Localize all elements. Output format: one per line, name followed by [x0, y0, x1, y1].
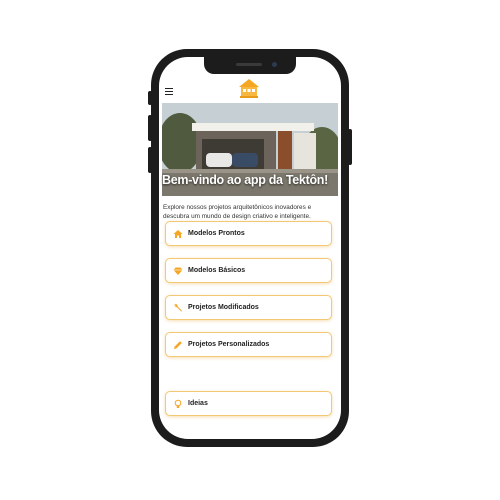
notch: [204, 57, 296, 74]
diamond-icon: [173, 266, 183, 276]
menu-item-label: Projetos Modificados: [188, 304, 259, 311]
intro-description: Explore nossos projetos arquitetônicos i…: [163, 204, 312, 220]
phone-frame: Bem-vindo ao app da Tektôn! Explore noss…: [148, 49, 352, 447]
menu-item-label: Modelos Básicos: [188, 267, 246, 274]
lightbulb-icon: [173, 399, 183, 409]
volume-down-button: [148, 147, 152, 173]
menu-item-label: Modelos Prontos: [188, 230, 245, 237]
menu-item-projetos-personalizados[interactable]: Projetos Personalizados: [165, 332, 332, 357]
menu-item-projetos-modificados[interactable]: Projetos Modificados: [165, 295, 332, 320]
menu-item-modelos-basicos[interactable]: Modelos Básicos: [165, 258, 332, 283]
speaker: [236, 63, 262, 66]
camera: [272, 62, 277, 67]
phone-screen: Bem-vindo ao app da Tektôn! Explore noss…: [159, 57, 341, 439]
menu-item-label: Projetos Personalizados: [188, 341, 270, 348]
volume-up-button: [148, 115, 152, 141]
menu-item-label: Ideias: [188, 400, 208, 407]
wrench-icon: [173, 303, 183, 313]
menu-item-modelos-prontos[interactable]: Modelos Prontos: [165, 221, 332, 246]
home-icon: [173, 229, 183, 239]
tekton-logo: [239, 79, 259, 98]
menu-item-ideias[interactable]: Ideias: [165, 391, 332, 416]
mute-switch: [148, 91, 152, 105]
welcome-title: Bem-vindo ao app da Tektôn!: [162, 173, 328, 187]
hamburger-menu-icon[interactable]: [165, 88, 173, 97]
pencil-icon: [173, 340, 183, 350]
power-button: [348, 129, 352, 165]
